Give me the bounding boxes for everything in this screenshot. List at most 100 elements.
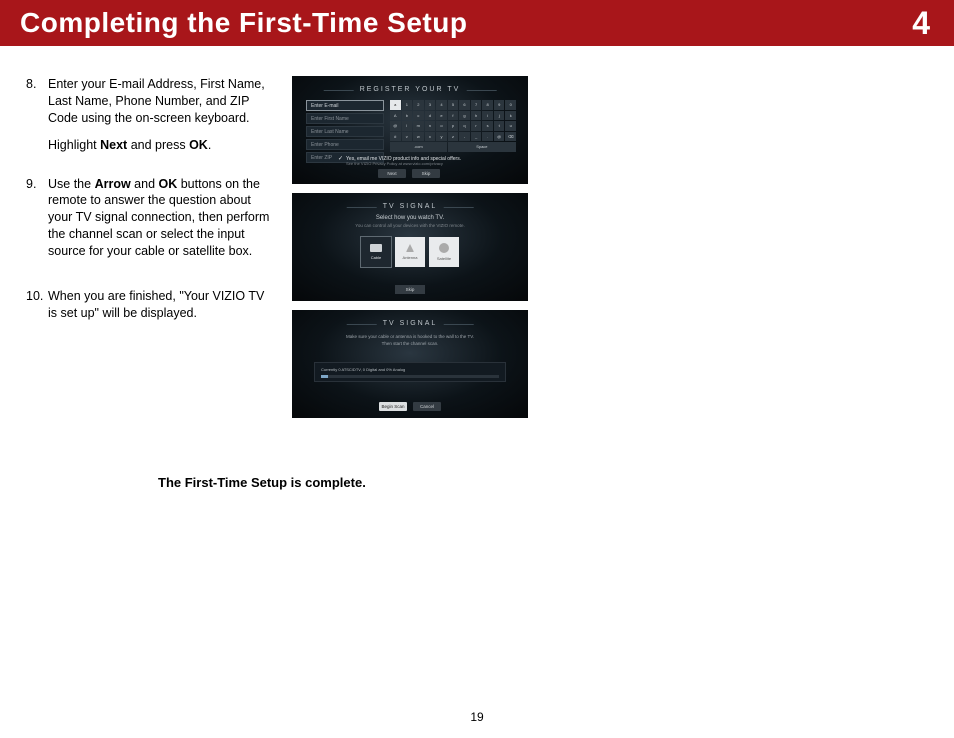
card-antenna: Antenna [395, 237, 425, 267]
begin-scan-button: Begin Scan [379, 402, 407, 411]
step-text: Highlight Next and press OK. [48, 137, 274, 154]
keyboard-key: .com [390, 142, 447, 152]
scan-note: Then start the channel scan. [382, 341, 439, 346]
keyboard-key: h [471, 111, 482, 121]
screenshot-tv-signal-scan: TV SIGNAL Make sure your cable or antenn… [292, 310, 528, 418]
keyboard-key: f [448, 111, 459, 121]
card-cable: Cable [361, 237, 391, 267]
field-firstname: Enter First Name [306, 113, 384, 124]
card-label: Antenna [403, 255, 418, 260]
keyboard-key: Space [448, 142, 516, 152]
keyboard-key: s [482, 121, 493, 131]
progress-bar [321, 375, 499, 378]
cancel-button: Cancel [413, 402, 441, 411]
signal-cards: Cable Antenna Satellite [361, 237, 459, 267]
keyboard-key: 6 [459, 100, 470, 110]
field-phone: Enter Phone [306, 139, 384, 150]
screenshot-register-tv: REGISTER YOUR TV Enter E-mail Enter Firs… [292, 76, 528, 184]
keyboard-key: # [390, 132, 401, 142]
skip-button: Skip [412, 169, 440, 178]
field-email: Enter E-mail [306, 100, 384, 111]
keyboard-key: p [448, 121, 459, 131]
skip-button: Skip [395, 285, 425, 294]
step-body: Use the Arrow and OK buttons on the remo… [48, 176, 274, 270]
instruction-column: 8.Enter your E-mail Address, First Name,… [26, 76, 274, 418]
step-body: When you are finished, "Your VIZIO TV is… [48, 288, 274, 332]
progress-fill [321, 375, 328, 378]
registration-fields: Enter E-mail Enter First Name Enter Last… [306, 100, 384, 163]
step-number: 9. [26, 176, 48, 270]
keyboard-key: l [402, 121, 413, 131]
keyboard-key: r [471, 121, 482, 131]
screenshot-column: REGISTER YOUR TV Enter E-mail Enter Firs… [292, 76, 528, 418]
keyboard-key: 9 [494, 100, 505, 110]
keyboard-key: c [413, 111, 424, 121]
step-text: Enter your E-mail Address, First Name, L… [48, 76, 274, 127]
chapter-title: Completing the First-Time Setup [20, 7, 467, 39]
card-label: Cable [371, 255, 381, 260]
screenshot-title: TV SIGNAL [383, 320, 438, 327]
keyboard-key: 5 [448, 100, 459, 110]
onscreen-keyboard: a1234567890Abcdefghijk@lmnopqrstu#vwxyz-… [390, 100, 516, 152]
keyboard-key: A [390, 111, 401, 121]
keyboard-key: u [505, 121, 516, 131]
screenshot-title: TV SIGNAL [383, 203, 438, 210]
keyboard-key: k [505, 111, 516, 121]
cable-icon [370, 244, 382, 252]
card-label: Satellite [437, 256, 451, 261]
keyboard-key: n [425, 121, 436, 131]
keyboard-key: x [425, 132, 436, 142]
instruction-step: 8.Enter your E-mail Address, First Name,… [26, 76, 274, 164]
satellite-icon [439, 243, 449, 253]
keyboard-key: v [402, 132, 413, 142]
keyboard-key: y [436, 132, 447, 142]
signal-subtitle: Select how you watch TV. [376, 215, 444, 221]
keyboard-key: d [425, 111, 436, 121]
keyboard-key: 7 [471, 100, 482, 110]
screenshot-title: REGISTER YOUR TV [360, 86, 461, 93]
instruction-step: 9.Use the Arrow and OK buttons on the re… [26, 176, 274, 270]
card-satellite: Satellite [429, 237, 459, 267]
step-text: When you are finished, "Your VIZIO TV is… [48, 288, 274, 322]
page-number: 19 [470, 710, 483, 724]
keyboard-key: t [494, 121, 505, 131]
step-body: Enter your E-mail Address, First Name, L… [48, 76, 274, 164]
keyboard-key: m [413, 121, 424, 131]
keyboard-key: z [448, 132, 459, 142]
next-button: Next [378, 169, 406, 178]
signal-note: You can control all your devices with th… [355, 223, 464, 228]
keyboard-key: j [494, 111, 505, 121]
keyboard-key: 4 [436, 100, 447, 110]
privacy-note: See the VIZIO Privacy Policy at www.vizi… [346, 161, 443, 166]
step-text: Use the Arrow and OK buttons on the remo… [48, 176, 274, 260]
keyboard-key: w [413, 132, 424, 142]
chapter-header: Completing the First-Time Setup 4 [0, 0, 954, 46]
keyboard-key: . [482, 132, 493, 142]
instruction-step: 10.When you are finished, "Your VIZIO TV… [26, 288, 274, 332]
keyboard-key: g [459, 111, 470, 121]
progress-text: Currently 0 ATSC/DTV, 0 Digital and 0% A… [321, 367, 499, 372]
keyboard-key: e [436, 111, 447, 121]
keyboard-key: q [459, 121, 470, 131]
content-area: 8. Enter your E-mail Address, First Name,… [0, 46, 954, 418]
screenshot-tv-signal-select: TV SIGNAL Select how you watch TV. You c… [292, 193, 528, 301]
keyboard-key: ⌫ [505, 132, 516, 142]
step-number: 10. [26, 288, 48, 332]
keyboard-key: i [482, 111, 493, 121]
keyboard-key: - [459, 132, 470, 142]
keyboard-key: 8 [482, 100, 493, 110]
keyboard-key: @ [494, 132, 505, 142]
keyboard-key: _ [471, 132, 482, 142]
keyboard-key: @ [390, 121, 401, 131]
keyboard-key: 0 [505, 100, 516, 110]
keyboard-key: o [436, 121, 447, 131]
field-lastname: Enter Last Name [306, 126, 384, 137]
keyboard-key: b [402, 111, 413, 121]
button-row: Next Skip [378, 169, 440, 178]
chapter-number: 4 [912, 5, 930, 42]
antenna-icon [406, 244, 414, 252]
button-row: Begin Scan Cancel [379, 402, 441, 411]
keyboard-key: 1 [402, 100, 413, 110]
keyboard-key: 3 [425, 100, 436, 110]
keyboard-key: a [390, 100, 401, 110]
